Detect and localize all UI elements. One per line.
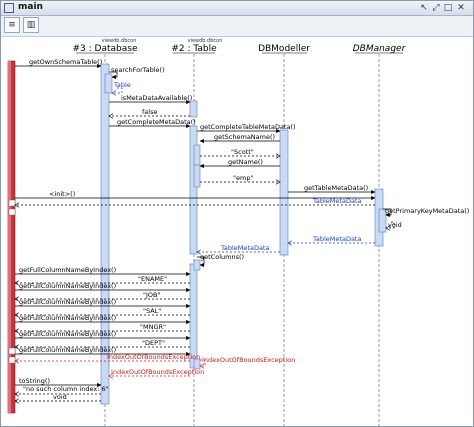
return-label: Table: [113, 81, 131, 89]
table-activation: [189, 100, 198, 118]
return-label: TableMetaData: [312, 197, 361, 205]
return-label: TableMetaData: [220, 244, 269, 252]
collapse-marker[interactable]: [8, 199, 16, 207]
collapse-marker[interactable]: [8, 347, 16, 355]
return-label: "Scott": [231, 148, 254, 156]
message-label: getFullColumnNameByIndex(): [19, 298, 116, 306]
return-label: "ENAME": [138, 275, 167, 283]
collapse-marker[interactable]: [8, 356, 16, 364]
return-label: "JOB": [143, 291, 160, 299]
return-label: "MNGR": [140, 323, 166, 331]
message-label: getPrimaryKeyMetaData(): [385, 207, 469, 215]
return-label: void: [53, 393, 67, 401]
database-nested-activation: [104, 73, 113, 94]
toolbar: ≡ ▥: [1, 16, 473, 37]
lifeline-name-label: #3 : Database: [73, 44, 138, 54]
message-label: getFullColumnNameByIndex(): [19, 330, 116, 338]
lifeline-name-label: DBManager: [353, 44, 407, 54]
return-label: "emp": [233, 174, 253, 182]
layout-button[interactable]: ≡: [4, 17, 20, 33]
message-label: getFullColumnNameByIndex(): [19, 346, 116, 354]
return-label: void: [388, 221, 402, 229]
return-label: "DEPT": [142, 339, 165, 347]
message-label: getCompleteTableMetaData(): [200, 123, 296, 131]
message-label: toString(): [19, 377, 50, 385]
message-label: getTableMetaData(): [304, 184, 368, 192]
message-label: searchForTable(): [111, 66, 165, 74]
sequence-diagram-canvas: viewdb.dbcon #3 : Database viewdb.dbcon …: [7, 38, 469, 426]
return-label: TableMetaData: [312, 235, 361, 243]
view-button[interactable]: ▥: [23, 17, 39, 33]
return-label: "SAL": [143, 307, 161, 315]
message-label: getFullColumnNameByIndex(): [19, 282, 116, 290]
table-nested-activation: [193, 144, 201, 166]
maximize-icon[interactable]: ⤢: [431, 3, 441, 13]
lifeline-name-label: #2 : Table: [171, 44, 217, 54]
exception-label: IndexOutOfBoundsException: [107, 353, 200, 361]
message-label: getFullColumnNameByIndex(): [19, 266, 116, 274]
return-label: false: [142, 108, 157, 116]
message-label: isMetaDataAvailable(): [121, 94, 192, 102]
exception-label: IndexOutOfBoundsException: [111, 368, 204, 376]
exception-label: IndexOutOfBoundsException: [202, 356, 295, 364]
message-label: <init>(): [49, 190, 75, 198]
dbmodeller-activation: [279, 129, 289, 256]
lifeline-name-label: DBModeller: [258, 44, 310, 54]
message-label: getName(): [228, 158, 263, 166]
window-app-icon: [4, 3, 14, 13]
table-nested-activation: [193, 164, 201, 188]
message-label: getFullColumnNameByIndex(): [19, 314, 116, 322]
table-nested-activation: [193, 259, 201, 271]
return-label: "no such column index: 6": [23, 385, 109, 393]
sequence-diagram-window: main ↖ ⤢ □ ✕ ≡ ▥ viewdb.dbcon #3: Datab…: [0, 0, 474, 427]
restore-icon[interactable]: □: [443, 3, 453, 13]
window-title: main: [18, 2, 43, 12]
message-label: getOwnSchemaTable(): [29, 58, 102, 66]
close-icon[interactable]: ✕: [456, 3, 466, 13]
message-label: getSchemaName(): [214, 133, 275, 141]
message-label: getColumns(): [200, 253, 244, 261]
collapse-marker[interactable]: [8, 208, 16, 216]
message-label: getCompleteMetaData(): [117, 118, 196, 126]
title-bar: main ↖ ⤢ □ ✕: [1, 1, 473, 16]
minimize-icon[interactable]: ↖: [419, 3, 429, 13]
